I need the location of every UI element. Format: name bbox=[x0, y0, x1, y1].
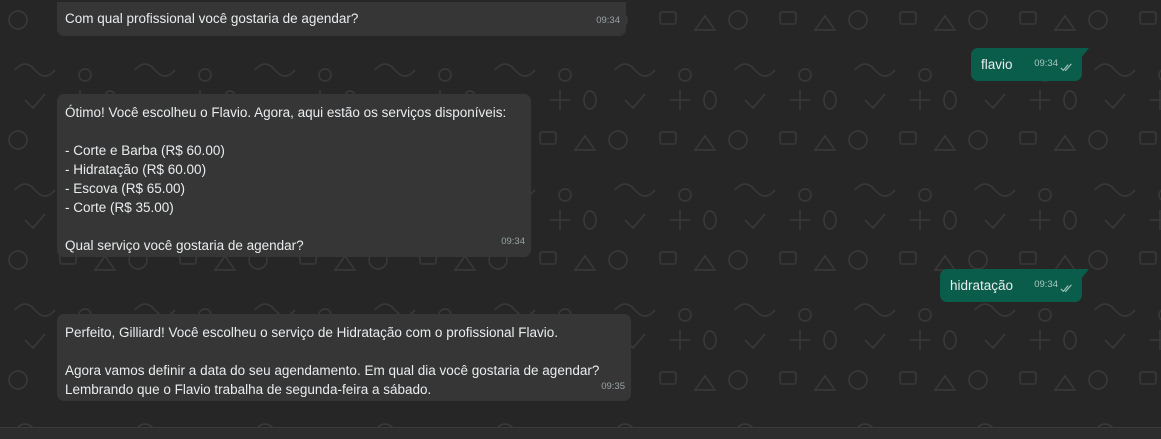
double-check-icon bbox=[1060, 63, 1072, 72]
incoming-message-bubble[interactable]: Com qual profissional você gostaria de a… bbox=[57, 2, 626, 36]
outgoing-message-bubble[interactable]: flavio 09:34 bbox=[971, 48, 1089, 81]
message-time: 09:34 bbox=[1034, 58, 1058, 69]
incoming-message-bubble[interactable]: Ótimo! Você escolheu o Flavio. Agora, aq… bbox=[57, 94, 531, 257]
message-text: Com qual profissional você gostaria de a… bbox=[65, 11, 359, 26]
chat-area: Com qual profissional você gostaria de a… bbox=[0, 0, 1161, 427]
message-time: 09:34 bbox=[1034, 279, 1058, 290]
message-time: 09:35 bbox=[601, 381, 625, 392]
message-text: Perfeito, Gilliard! Você escolheu o serv… bbox=[65, 325, 600, 397]
outgoing-message-bubble[interactable]: hidratação 09:34 bbox=[940, 269, 1089, 302]
message-time: 09:34 bbox=[501, 236, 525, 247]
message-text: Ótimo! Você escolheu o Flavio. Agora, aq… bbox=[65, 105, 507, 253]
double-check-icon bbox=[1060, 284, 1072, 293]
message-time: 09:34 bbox=[596, 15, 620, 26]
message-composer-bar bbox=[0, 427, 1161, 439]
message-text: flavio bbox=[981, 57, 1013, 72]
incoming-message-bubble[interactable]: Perfeito, Gilliard! Você escolheu o serv… bbox=[57, 314, 631, 401]
